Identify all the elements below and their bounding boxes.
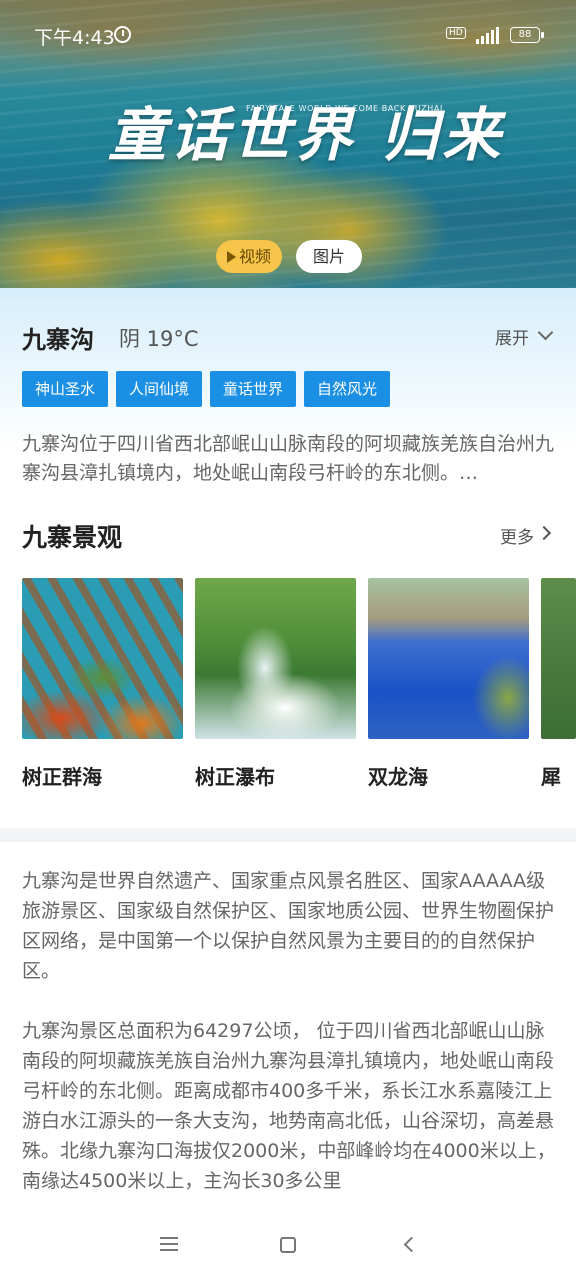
back-icon[interactable]: [403, 1236, 420, 1253]
scenic-card-label: 双龙海: [368, 765, 428, 789]
play-icon: [226, 251, 236, 263]
scenic-image[interactable]: [541, 578, 576, 739]
battery-icon: 88: [510, 27, 544, 43]
home-icon[interactable]: [280, 1237, 296, 1253]
scenic-image[interactable]: [195, 578, 356, 739]
tag-item[interactable]: 神山圣水: [22, 371, 109, 407]
video-label: 视频: [238, 247, 271, 266]
scenic-card[interactable]: 双龙海: [368, 578, 529, 790]
hero-banner[interactable]: 童话世界 归来 FAIRY TALE WORLD WE COME BACK JI…: [0, 0, 576, 288]
chevron-down-icon[interactable]: [537, 324, 554, 341]
expand-button[interactable]: 展开: [495, 324, 529, 349]
scenic-card-label: 树正群海: [22, 765, 102, 789]
hd-badge: HD: [446, 27, 466, 39]
status-bar: 下午4:43 HD 88: [0, 0, 576, 70]
status-time: 下午4:43: [34, 27, 115, 49]
chevron-right-icon[interactable]: [536, 525, 552, 541]
article-paragraph: 九寨沟是世界自然遗产、国家重点风景名胜区、国家AAAAA级旅游景区、国家级自然保…: [22, 870, 555, 982]
more-link[interactable]: 更多: [500, 523, 534, 548]
tag-item[interactable]: 人间仙境: [116, 371, 203, 407]
tag-item[interactable]: 童话世界: [210, 371, 297, 407]
scenic-image[interactable]: [22, 578, 183, 739]
scenic-card-label: 树正瀑布: [195, 765, 275, 789]
photo-button[interactable]: 图片: [296, 240, 362, 273]
scenic-image[interactable]: [368, 578, 529, 739]
hero-title: 童话世界 归来: [108, 101, 505, 169]
article-body: 九寨沟是世界自然遗产、国家重点风景名胜区、国家AAAAA级旅游景区、国家级自然保…: [22, 866, 556, 1196]
description-text[interactable]: 九寨沟位于四川省西北部岷山山脉南段的阿坝藏族羌族自治州九寨沟县漳扎镇境内，地处岷…: [22, 430, 558, 488]
video-button[interactable]: 视频: [216, 240, 282, 273]
photo-label: 图片: [312, 247, 345, 266]
tag-item[interactable]: 自然风光: [304, 371, 391, 407]
menu-icon[interactable]: [160, 1237, 178, 1251]
scenic-card-label: 犀: [541, 765, 561, 789]
place-name: 九寨沟: [22, 326, 94, 354]
section-divider: [0, 828, 576, 842]
scenic-section-title: 九寨景观: [22, 523, 123, 552]
alarm-icon: [114, 26, 131, 43]
hero-subtitle: FAIRY TALE WORLD WE COME BACK JIUZHAI: [246, 104, 443, 113]
scenic-card[interactable]: 树正群海: [22, 578, 183, 790]
scenic-card[interactable]: 树正瀑布: [195, 578, 356, 790]
article-paragraph: 九寨沟景区总面积为64297公顷， 位于四川省西北部岷山山脉南段的阿坝藏族羌族自…: [22, 1020, 556, 1192]
signal-icon: [476, 26, 502, 44]
weather-text: 阴 19°C: [119, 327, 199, 351]
system-nav-bar: [0, 1212, 576, 1280]
scenic-card[interactable]: 犀: [541, 578, 576, 790]
info-card: 九寨沟 阴 19°C 展开 神山圣水 人间仙境 童话世界 自然风光 九寨沟位于四…: [0, 288, 576, 500]
